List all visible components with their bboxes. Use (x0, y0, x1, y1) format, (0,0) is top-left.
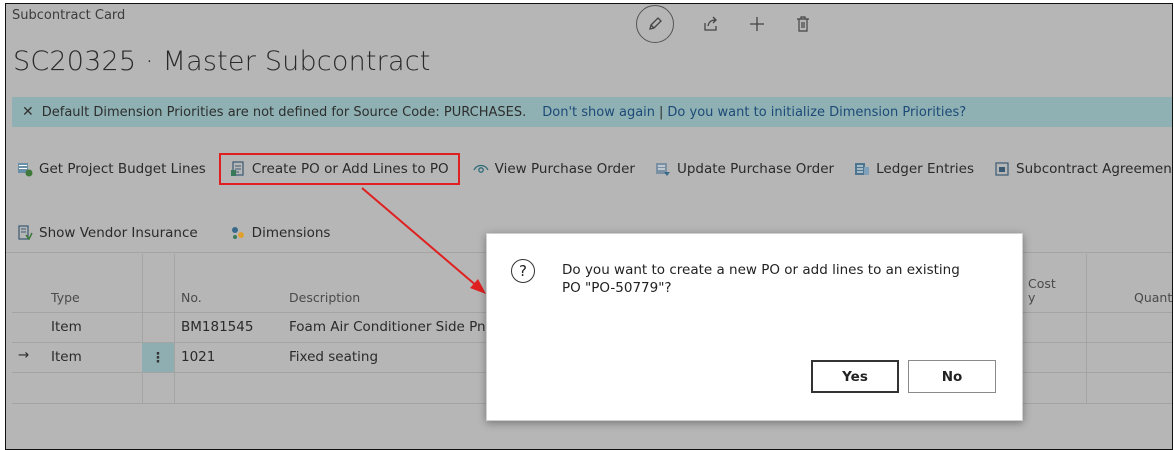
column-header-no[interactable]: No. (181, 290, 202, 305)
create-po-icon (230, 161, 246, 177)
yes-button[interactable]: Yes (811, 360, 899, 393)
no-button[interactable]: No (908, 360, 996, 393)
share-icon[interactable] (702, 15, 720, 33)
row-type[interactable]: Item (51, 349, 82, 365)
view-purchase-order-button[interactable]: View Purchase Order (463, 154, 645, 184)
row-no[interactable]: BM181545 (181, 319, 253, 335)
notification-separator: | (659, 104, 664, 120)
edit-button[interactable] (636, 5, 674, 43)
row-current-arrow-icon: → (18, 347, 30, 363)
column-header-cost[interactable]: Cost (1028, 276, 1056, 291)
ledger-entries-label: Ledger Entries (876, 161, 975, 177)
notification-bar: ✕ Default Dimension Priorities are not d… (12, 97, 1172, 127)
close-icon[interactable]: ✕ (22, 104, 34, 120)
dialog-message: Do you want to create a new PO or add li… (562, 262, 960, 296)
add-icon[interactable] (748, 15, 766, 33)
page-title: SC20325 · Master Subcontract (13, 46, 431, 77)
dimensions-icon (230, 225, 246, 241)
ledger-icon (854, 161, 870, 177)
get-project-budget-lines-button[interactable]: Get Project Budget Lines (12, 154, 216, 184)
view-purchase-order-label: View Purchase Order (494, 161, 635, 177)
edit-icon (646, 15, 664, 33)
create-po-label: Create PO or Add Lines to PO (251, 161, 449, 177)
update-purchase-order-button[interactable]: Update Purchase Order (645, 154, 844, 184)
action-toolbar: Get Project Budget Lines Create PO or Ad… (12, 153, 1172, 185)
column-header-description[interactable]: Description (289, 290, 360, 305)
notification-message: Default Dimension Priorities are not def… (41, 104, 527, 120)
update-icon (655, 161, 671, 177)
confirm-dialog: ? Do you want to create a new PO or add … (486, 233, 1023, 421)
question-icon: ? (511, 259, 535, 283)
create-po-button[interactable]: Create PO or Add Lines to PO (218, 153, 460, 185)
column-header-type[interactable]: Type (51, 290, 80, 305)
get-project-budget-lines-label: Get Project Budget Lines (39, 161, 206, 177)
row-type[interactable]: Item (51, 319, 82, 335)
column-header-quantity[interactable]: Quant (1134, 290, 1172, 305)
initialize-dimension-priorities-link[interactable]: Do you want to initialize Dimension Prio… (667, 105, 966, 120)
dimensions-button[interactable]: Dimensions (220, 218, 341, 248)
column-header-cost-suffix: y (1028, 290, 1036, 305)
dimensions-label: Dimensions (251, 225, 331, 241)
dont-show-again-link[interactable]: Don't show again (542, 105, 655, 120)
secondary-toolbar: Show Vendor Insurance Dimensions (12, 218, 340, 248)
ledger-entries-button[interactable]: Ledger Entries (844, 154, 984, 184)
update-purchase-order-label: Update Purchase Order (676, 161, 835, 177)
row-menu-button[interactable]: ⋮ (142, 343, 174, 372)
delete-icon[interactable] (794, 15, 812, 33)
eye-icon (473, 161, 489, 177)
row-description[interactable]: Foam Air Conditioner Side Pnl (289, 319, 489, 335)
subcontract-agreement-label: Subcontract Agreemen (1016, 161, 1172, 177)
subcontract-agreement-button[interactable]: Subcontract Agreemen (984, 154, 1172, 184)
row-description[interactable]: Fixed seating (289, 349, 378, 365)
header-actions (636, 4, 812, 44)
agreement-icon (994, 161, 1010, 177)
row-no[interactable]: 1021 (181, 349, 215, 365)
budget-lines-icon (17, 161, 33, 177)
show-vendor-insurance-button[interactable]: Show Vendor Insurance (12, 218, 208, 248)
show-vendor-insurance-label: Show Vendor Insurance (39, 225, 198, 241)
vendor-insurance-icon (17, 225, 33, 241)
breadcrumb[interactable]: Subcontract Card (12, 8, 125, 23)
